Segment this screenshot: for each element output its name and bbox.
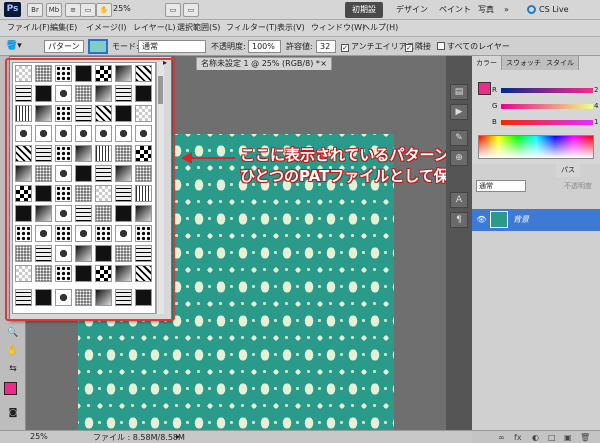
menu-help[interactable]: ヘルプ(H) bbox=[362, 22, 398, 34]
all-layers-checkbox[interactable]: すべてのレイヤー bbox=[437, 41, 510, 52]
options-bar: 🪣▾ パターン モード: 通常 不透明度: 100% 許容値: 32 ✓ アンチエ… bbox=[0, 37, 600, 56]
mode-select[interactable]: 通常 bbox=[138, 40, 206, 53]
menu-image[interactable]: イメージ(I) bbox=[86, 22, 126, 34]
red-label: R bbox=[492, 86, 497, 94]
view-extras-icon[interactable]: ▭ bbox=[80, 3, 96, 17]
green-value[interactable]: 4 bbox=[594, 100, 598, 112]
blue-slider[interactable] bbox=[501, 120, 593, 125]
status-menu-icon[interactable]: ▸ bbox=[176, 432, 180, 441]
extras-icon[interactable]: ≡ bbox=[65, 3, 81, 17]
green-label: G bbox=[492, 102, 498, 110]
layers-panel bbox=[472, 164, 600, 430]
antialias-checkbox[interactable]: ✓ アンチエイリアス bbox=[341, 41, 415, 52]
cs-live-label: CS Live bbox=[539, 5, 569, 14]
cs-live-button[interactable]: CS Live bbox=[527, 2, 569, 18]
fill-source-select[interactable]: パターン bbox=[44, 40, 84, 53]
workspace-paint-button[interactable]: ペイント bbox=[435, 2, 475, 18]
menu-filter[interactable]: フィルター(T) bbox=[226, 22, 277, 34]
all-layers-check-icon bbox=[437, 42, 445, 50]
screen-mode-icon[interactable]: ▭ bbox=[183, 3, 199, 17]
menu-bar: ファイル(F) 編集(E) イメージ(I) レイヤー(L) 選択範囲(S) フィ… bbox=[0, 20, 600, 37]
mode-label: モード: bbox=[112, 42, 139, 51]
workspace-design-button[interactable]: デザイン bbox=[392, 2, 432, 18]
arrange-documents-icon[interactable]: ▭ bbox=[165, 3, 181, 17]
eye-icon[interactable]: 👁 bbox=[476, 214, 487, 225]
blue-label: B bbox=[492, 118, 497, 126]
close-tab-icon[interactable]: × bbox=[320, 58, 327, 69]
contiguous-label: 隣接 bbox=[415, 42, 431, 51]
workspace-photo-button[interactable]: 写真 bbox=[474, 2, 498, 18]
character-panel-icon[interactable]: A bbox=[450, 192, 468, 208]
adjustment-layer-icon[interactable]: ◐ bbox=[532, 433, 539, 443]
menu-view[interactable]: 表示(V) bbox=[277, 22, 305, 34]
brush-panel-icon[interactable]: ✎ bbox=[450, 130, 468, 146]
color-foreground-swatch[interactable] bbox=[478, 82, 491, 95]
tolerance-input[interactable]: 32 bbox=[316, 40, 336, 53]
red-slider[interactable] bbox=[501, 88, 593, 93]
actions-panel-icon[interactable]: ▶ bbox=[450, 104, 468, 120]
red-value[interactable]: 2 bbox=[594, 84, 598, 96]
layer-name[interactable]: 背景 bbox=[513, 214, 529, 225]
opacity-input[interactable]: 100% bbox=[248, 40, 281, 53]
new-layer-icon[interactable]: ▣ bbox=[564, 433, 572, 443]
callout-arrow-icon bbox=[181, 152, 192, 164]
clone-source-icon[interactable]: ⊕ bbox=[450, 150, 468, 166]
quick-mask-icon[interactable]: ◙ bbox=[5, 406, 21, 420]
layers-footer: ∞ fx ◐ □ ▣ 🗑 bbox=[472, 430, 600, 443]
more-workspaces-button[interactable]: » bbox=[500, 2, 513, 18]
document-tab[interactable]: 名称未設定 1 @ 25% (RGB/8) * × bbox=[196, 57, 332, 70]
history-panel-icon[interactable]: ▤ bbox=[450, 84, 468, 100]
tolerance-label: 許容値: bbox=[286, 42, 313, 51]
document-tab-title: 名称未設定 1 @ 25% (RGB/8) * bbox=[201, 59, 320, 68]
callout-arrow-line bbox=[191, 157, 235, 159]
hand-tool-icon[interactable]: ✋ bbox=[5, 344, 21, 358]
panel-icon-strip: ▤ ▶ ✎ ⊕ A ¶ bbox=[446, 56, 472, 430]
menu-edit[interactable]: 編集(E) bbox=[50, 22, 77, 34]
cs-live-icon bbox=[527, 5, 536, 14]
menu-layer[interactable]: レイヤー(L) bbox=[133, 22, 175, 34]
tab-paths[interactable]: パス bbox=[556, 164, 580, 177]
tab-swatches[interactable]: スウォッチ bbox=[502, 56, 546, 70]
contiguous-check-icon: ✓ bbox=[405, 44, 413, 52]
layer-style-icon[interactable]: fx bbox=[514, 433, 522, 443]
tab-styles[interactable]: スタイル bbox=[542, 56, 579, 70]
blue-value[interactable]: 1 bbox=[594, 116, 598, 128]
blend-mode-select[interactable]: 通常 bbox=[476, 180, 526, 192]
zoom-level-select[interactable]: 25% bbox=[113, 4, 131, 13]
menu-window[interactable]: ウィンドウ(W) bbox=[311, 22, 365, 34]
layer-thumbnail bbox=[490, 211, 508, 228]
contiguous-checkbox[interactable]: ✓ 隣接 bbox=[405, 41, 431, 52]
new-group-icon[interactable]: □ bbox=[548, 433, 556, 443]
all-layers-label: すべてのレイヤー bbox=[447, 42, 510, 51]
menu-file[interactable]: ファイル(F) bbox=[7, 22, 50, 34]
delete-layer-icon[interactable]: 🗑 bbox=[580, 433, 590, 443]
tab-color[interactable]: カラー bbox=[472, 56, 502, 70]
paragraph-panel-icon[interactable]: ¶ bbox=[450, 212, 468, 228]
status-file-info: ファイル : 8.58M/8.58M bbox=[93, 433, 185, 442]
pattern-highlight-frame bbox=[5, 58, 175, 321]
menu-select[interactable]: 選択範囲(S) bbox=[177, 22, 220, 34]
paint-bucket-icon[interactable]: 🪣▾ bbox=[6, 40, 32, 53]
pattern-picker-button[interactable] bbox=[88, 39, 108, 54]
opacity-label: 不透明度: bbox=[211, 42, 246, 51]
zoom-tool-icon[interactable]: 🔍 bbox=[5, 326, 21, 340]
workspace-basic-button[interactable]: 初期設定 bbox=[345, 2, 383, 30]
foreground-color-swatch[interactable] bbox=[4, 382, 17, 395]
swap-colors-icon[interactable]: ⇆ bbox=[5, 362, 21, 376]
app-bar: Ps Br Mb ≡ ▭ ✋ 25% ▭ ▭ 初期設定 デザイン ペイント 写真… bbox=[0, 0, 600, 30]
status-zoom[interactable]: 25% bbox=[30, 432, 48, 441]
status-bar bbox=[0, 430, 472, 443]
color-spectrum[interactable] bbox=[478, 135, 594, 159]
mini-bridge-icon[interactable]: Mb bbox=[46, 3, 62, 17]
layer-opacity-label: 不透明度 bbox=[564, 182, 592, 190]
antialias-check-icon: ✓ bbox=[341, 44, 349, 52]
bridge-icon[interactable]: Br bbox=[27, 3, 43, 17]
photoshop-logo: Ps bbox=[4, 2, 21, 17]
hand-tool-icon[interactable]: ✋ bbox=[96, 3, 112, 17]
green-slider[interactable] bbox=[501, 104, 593, 109]
link-layers-icon[interactable]: ∞ bbox=[498, 433, 505, 443]
